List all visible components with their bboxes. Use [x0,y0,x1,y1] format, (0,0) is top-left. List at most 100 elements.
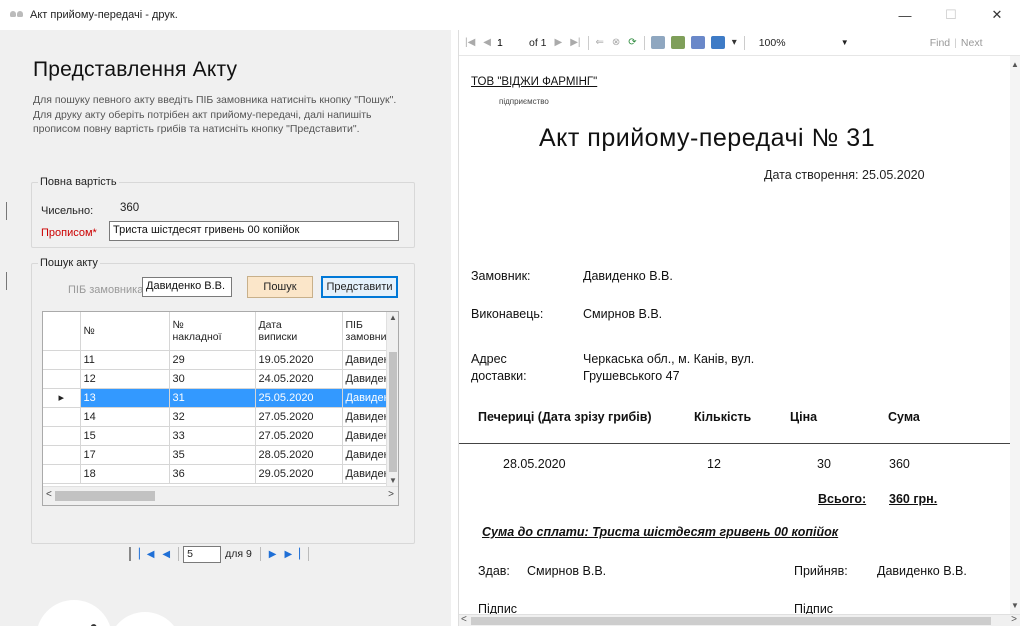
table-cell[interactable]: 18 [80,464,170,484]
find-input[interactable] [865,34,926,51]
prev-page-icon[interactable]: ◀ [162,549,170,560]
report-hscroll-thumb[interactable] [471,617,991,625]
row-header[interactable] [43,407,81,427]
table-row[interactable]: 15 33 27.05.2020 Давиден [43,426,394,446]
table-cell[interactable]: 12 [80,369,170,389]
company-name: ТОВ "ВІДЖИ ФАРМІНГ" [471,76,598,88]
table-cell[interactable]: 27.05.2020 [255,426,343,446]
export-icon[interactable] [710,36,725,49]
toolbar-separator [743,35,745,50]
table-cell[interactable]: 11 [80,350,170,370]
last-page-icon[interactable]: ▶| [570,37,580,48]
row-header[interactable] [43,369,81,389]
maximize-button[interactable]: ☐ [928,0,974,30]
form-heading: Представлення Акту [33,58,238,81]
show-button[interactable]: Представити [321,276,398,298]
next-page-icon[interactable]: ▶ [269,549,277,560]
table-cell[interactable]: 14 [80,407,170,427]
row-header[interactable]: ▸ [43,388,81,408]
minimize-button[interactable]: — [882,0,928,30]
print-layout-icon[interactable] [670,36,685,49]
print-icon[interactable] [650,36,665,49]
table-cell[interactable]: 13 [80,388,170,408]
table-row[interactable]: 12 30 24.05.2020 Давиден [43,369,394,389]
enterprise-caption: підприємство [499,97,549,106]
grid-horizontal-scrollbar[interactable]: < > [43,486,398,505]
title-bar: Акт прийому-передачі - друк. — ☐ ✕ [0,0,1020,30]
table-cell[interactable]: 36 [169,464,256,484]
table-row[interactable]: ▸ 13 31 25.05.2020 Давиден [43,388,394,408]
grid-vertical-scrollbar[interactable]: ▲ ▼ [386,312,398,486]
mushroom-decoration [36,600,112,626]
row-header[interactable] [43,350,81,370]
scroll-down-icon[interactable]: ▼ [1011,601,1019,610]
close-button[interactable]: ✕ [974,0,1020,30]
page-number-input[interactable] [495,34,521,51]
chevron-down-icon: ▼ [840,38,849,47]
acts-grid[interactable]: № № накладної Дата виписки ПІБ замовни 1… [42,311,399,506]
find-next-link[interactable]: Next [961,37,983,49]
col-header-number[interactable]: № [80,312,170,351]
report-vertical-scrollbar[interactable]: ▲ ▼ [1010,56,1020,614]
col-header-invoice[interactable]: № накладної [169,312,256,351]
words-input[interactable]: Триста шістдесят гривень 00 копійок [109,221,399,241]
toolbar-separator: | [954,36,957,49]
grid-hscroll-thumb[interactable] [55,491,155,501]
scroll-up-icon[interactable]: ▲ [389,313,397,322]
first-page-icon[interactable]: |◀ [465,37,475,48]
row-header[interactable] [43,426,81,446]
customer-value: Давиденко В.В. [583,269,673,283]
row-header[interactable] [43,464,81,484]
grid-vscroll-thumb[interactable] [389,352,397,472]
col-header-line: ПІБ [345,318,363,331]
scroll-left-icon[interactable]: < [461,614,467,625]
first-page-icon[interactable]: ▏◀ [139,549,154,560]
refresh-icon[interactable]: ⟳ [628,37,636,48]
find-link[interactable]: Find [930,37,950,49]
table-row[interactable]: 11 29 19.05.2020 Давиден [43,350,394,370]
export-dropdown-icon[interactable]: ▾ [732,37,737,48]
executor-label: Виконавець: [471,307,544,321]
back-icon[interactable]: ⇐ [596,37,604,48]
handed-label: Здав: [478,564,510,578]
scroll-down-icon[interactable]: ▼ [389,476,397,485]
table-cell[interactable]: 24.05.2020 [255,369,343,389]
next-page-icon[interactable]: ▶ [555,37,563,48]
row-header[interactable] [43,445,81,465]
table-cell[interactable]: 19.05.2020 [255,350,343,370]
table-cell[interactable]: 29.05.2020 [255,464,343,484]
report-horizontal-scrollbar[interactable]: < > [459,614,1020,626]
table-cell[interactable]: 32 [169,407,256,427]
col-header-line: замовни [345,330,387,343]
table-cell[interactable]: 25.05.2020 [255,388,343,408]
table-row[interactable]: 17 35 28.05.2020 Давиден [43,445,394,465]
table-cell[interactable]: 35 [169,445,256,465]
scroll-up-icon[interactable]: ▲ [1011,60,1019,69]
customer-input[interactable]: Давиденко В.В. [142,277,232,297]
col-header-date[interactable]: Дата виписки [255,312,343,351]
table-row[interactable]: 14 32 27.05.2020 Давиден [43,407,394,427]
table-cell[interactable]: 33 [169,426,256,446]
table-cell[interactable]: 17 [80,445,170,465]
table-cell[interactable]: 29 [169,350,256,370]
col-sum-header: Сума [888,410,920,424]
stop-icon[interactable]: ⊗ [612,37,620,48]
scroll-right-icon[interactable]: > [1011,614,1017,625]
search-button[interactable]: Пошук [247,276,313,298]
table-cell[interactable]: 15 [80,426,170,446]
last-page-icon[interactable]: ▶▕ [285,549,300,560]
total-label: Всього: [818,492,867,506]
scroll-right-icon[interactable]: > [388,489,394,500]
edge-tick [6,202,7,220]
table-row[interactable]: 18 36 29.05.2020 Давиден [43,464,394,484]
scroll-left-icon[interactable]: < [46,489,52,500]
creation-date-label: Дата створення: [764,168,859,182]
table-cell[interactable]: 31 [169,388,256,408]
page-setup-icon[interactable] [690,36,705,49]
prev-page-icon[interactable]: ◀ [483,37,491,48]
table-cell[interactable]: 30 [169,369,256,389]
zoom-select[interactable]: 100% ▼ [753,34,854,51]
pager-position-input[interactable]: 5 [183,545,222,563]
table-cell[interactable]: 28.05.2020 [255,445,343,465]
table-cell[interactable]: 27.05.2020 [255,407,343,427]
